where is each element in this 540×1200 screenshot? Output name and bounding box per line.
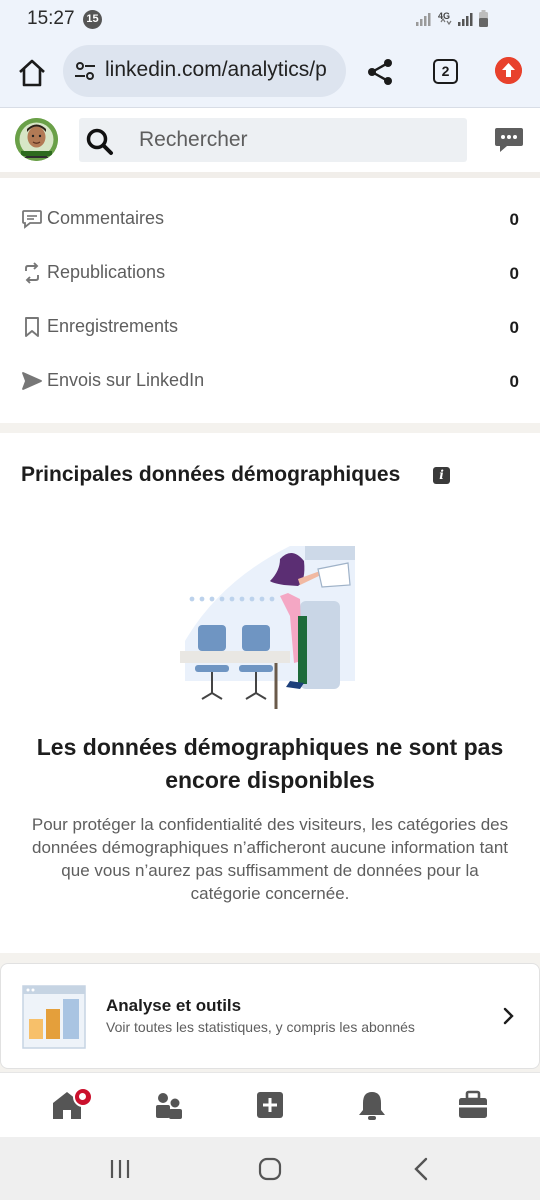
repost-icon [25,262,39,284]
stat-row-sends[interactable]: Envois sur LinkedIn 0 [0,362,540,402]
tab-switcher-button[interactable]: 2 [433,59,458,84]
stat-label: Republications [47,262,166,282]
recent-apps-icon[interactable] [106,1155,134,1183]
stat-row-reposts[interactable]: Republications 0 [0,254,540,294]
engagement-stats-card: Commentaires 0 Republications 0 Enregist… [0,172,540,423]
share-icon[interactable] [364,56,396,88]
url-text[interactable]: linkedin.com/analytics/p [105,58,341,82]
demographics-card: Principales données démographiques i Les… [0,433,540,953]
site-settings-icon[interactable] [73,59,97,83]
post-icon[interactable] [253,1088,287,1122]
empty-state-body: Pour protéger la confidentialité des vis… [31,815,509,903]
search-icon [86,128,113,155]
home-button-icon[interactable] [256,1155,284,1183]
tools-title[interactable]: Analyse et outils [106,996,241,1016]
section-title: Principales données démographiques [21,463,401,486]
stat-value: 0 [509,372,519,391]
address-bar[interactable]: linkedin.com/analytics/p [63,45,346,97]
chevron-right-icon[interactable] [501,1004,517,1028]
search-bar[interactable] [79,118,467,162]
empty-state-illustration [180,546,355,709]
stat-label: Enregistrements [47,316,179,336]
bottom-navigation [0,1072,540,1137]
bookmark-icon [25,317,39,337]
send-icon [22,372,42,390]
status-bar: 15:27 15 4G [0,0,540,40]
tools-subtitle: Voir toutes les statistiques, y compris … [106,1019,415,1035]
notifications-icon[interactable] [355,1088,389,1122]
stat-row-comments[interactable]: Commentaires 0 [0,200,540,240]
comment-icon [22,210,42,229]
signal-icons: 4G [416,10,488,27]
network-icon[interactable] [152,1088,186,1122]
avatar[interactable] [15,118,58,161]
back-icon[interactable] [408,1155,436,1183]
stat-value: 0 [509,210,519,229]
info-icon[interactable]: i [433,467,450,484]
stat-label: Envois sur LinkedIn [47,370,205,390]
search-input[interactable] [139,118,459,162]
stat-value: 0 [509,318,519,337]
notification-count-badge: 15 [83,10,102,29]
empty-state-heading: Les données démographiques ne sont pas e… [36,734,504,793]
jobs-icon[interactable] [456,1088,490,1122]
messaging-icon[interactable] [493,125,525,155]
system-navigation [0,1137,540,1200]
browser-toolbar: linkedin.com/analytics/p 2 [0,40,540,108]
stat-value: 0 [509,264,519,283]
stat-label: Commentaires [47,208,165,228]
update-icon[interactable] [495,57,522,84]
linkedin-header [0,108,540,172]
analytics-chart-icon [22,985,86,1049]
status-time: 15:27 [27,8,75,29]
home-icon[interactable] [15,56,49,90]
analytics-tools-card[interactable]: Analyse et outils Voir toutes les statis… [0,963,540,1069]
notification-dot [73,1087,93,1107]
card-divider [0,172,540,178]
stat-row-saves[interactable]: Enregistrements 0 [0,308,540,348]
